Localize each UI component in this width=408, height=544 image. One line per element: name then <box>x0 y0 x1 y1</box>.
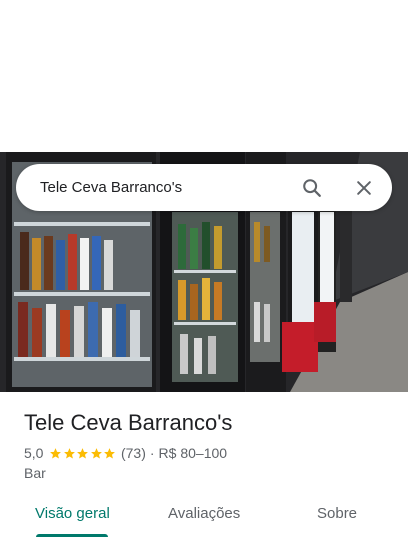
search-query[interactable]: Tele Ceva Barranco's <box>40 179 300 196</box>
tab-bar: Visão geral Avaliações Sobre <box>0 494 408 544</box>
active-tab-indicator <box>36 534 108 537</box>
tab-about[interactable]: Sobre <box>317 505 357 522</box>
search-bar[interactable]: Tele Ceva Barranco's <box>16 164 392 211</box>
star-rating <box>49 447 117 460</box>
tab-overview[interactable]: Visão geral <box>35 505 110 522</box>
place-category: Bar <box>24 465 46 481</box>
star-icon <box>64 447 75 459</box>
rating-value: 5,0 <box>24 445 44 461</box>
close-icon[interactable] <box>352 176 376 200</box>
star-icon <box>104 447 116 459</box>
star-icon <box>91 447 102 459</box>
star-icon <box>77 447 89 459</box>
price-range: R$ 80–100 <box>158 445 228 461</box>
rating-row: 5,0 (73) · R$ 80–100 <box>24 445 227 461</box>
star-icon <box>50 447 62 459</box>
place-info-panel: Tele Ceva Barranco's 5,0 (73) · R$ 80–10… <box>0 392 408 544</box>
separator-dot: · <box>149 445 155 461</box>
review-count[interactable]: (73) <box>121 445 146 461</box>
tab-reviews[interactable]: Avaliações <box>168 505 240 522</box>
search-icon[interactable] <box>300 176 324 200</box>
blank-area <box>0 0 408 152</box>
place-title: Tele Ceva Barranco's <box>24 410 233 435</box>
